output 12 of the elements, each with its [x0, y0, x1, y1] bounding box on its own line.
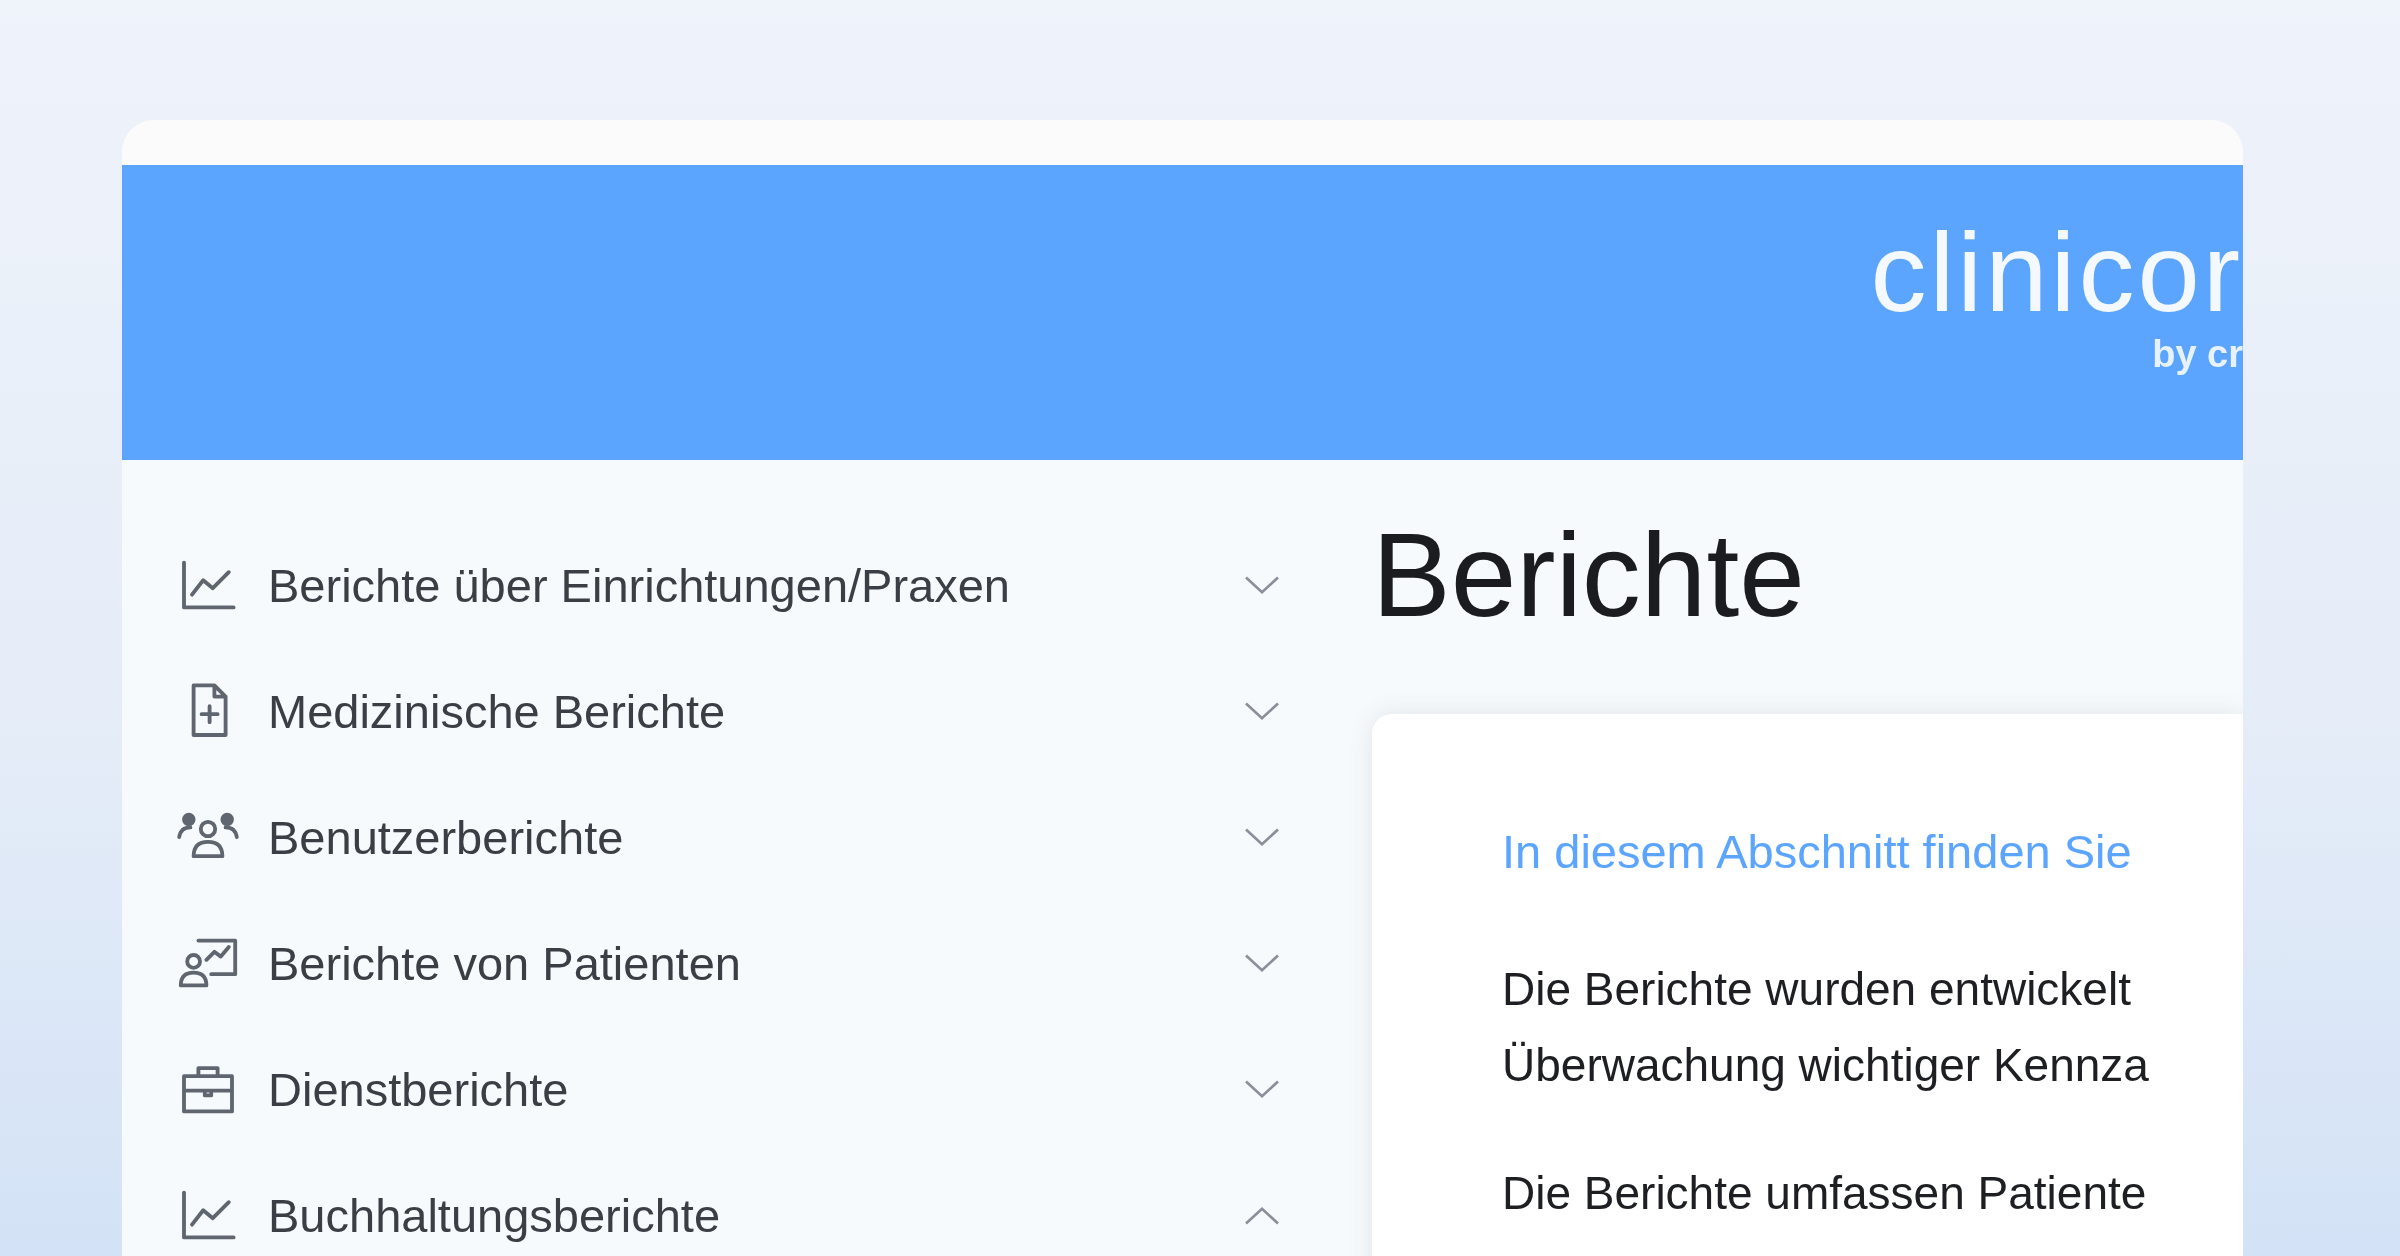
sidebar-item[interactable]: Benutzerberichte: [176, 774, 1372, 900]
sidebar-item[interactable]: Dienstberichte: [176, 1026, 1372, 1152]
intro-text: In diesem Abschnitt finden Sie: [1502, 824, 2133, 879]
paragraph: Die Berichte wurden entwickelt Überwachung wichtiger Kennza: [1502, 962, 2150, 1093]
logo-text: clinicor: [1870, 217, 2243, 329]
page-title: Berichte: [1372, 508, 1806, 643]
sidebar-item[interactable]: Medizinische Berichte: [176, 648, 1372, 774]
logo-tagline: by cr: [2152, 333, 2243, 376]
sidebar-item[interactable]: Berichte über Einrichtungen/Praxen: [176, 522, 1372, 648]
sidebar-item[interactable]: Buchhaltungsberichte: [176, 1152, 1372, 1256]
sidebar-item[interactable]: Berichte von Patienten: [176, 900, 1372, 1026]
paragraph: Die Berichte umfassen Patiente: [1502, 1166, 2148, 1221]
